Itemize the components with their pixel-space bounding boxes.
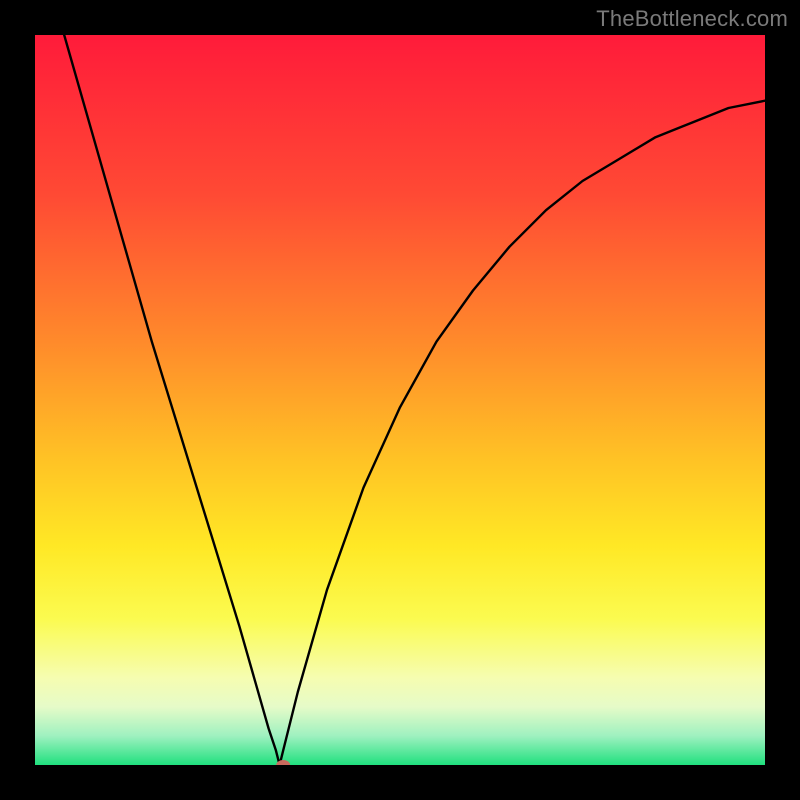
plot-area [35,35,765,765]
chart-svg [35,35,765,765]
gradient-bg [35,35,765,765]
watermark-text: TheBottleneck.com [596,6,788,32]
chart-frame: TheBottleneck.com [0,0,800,800]
